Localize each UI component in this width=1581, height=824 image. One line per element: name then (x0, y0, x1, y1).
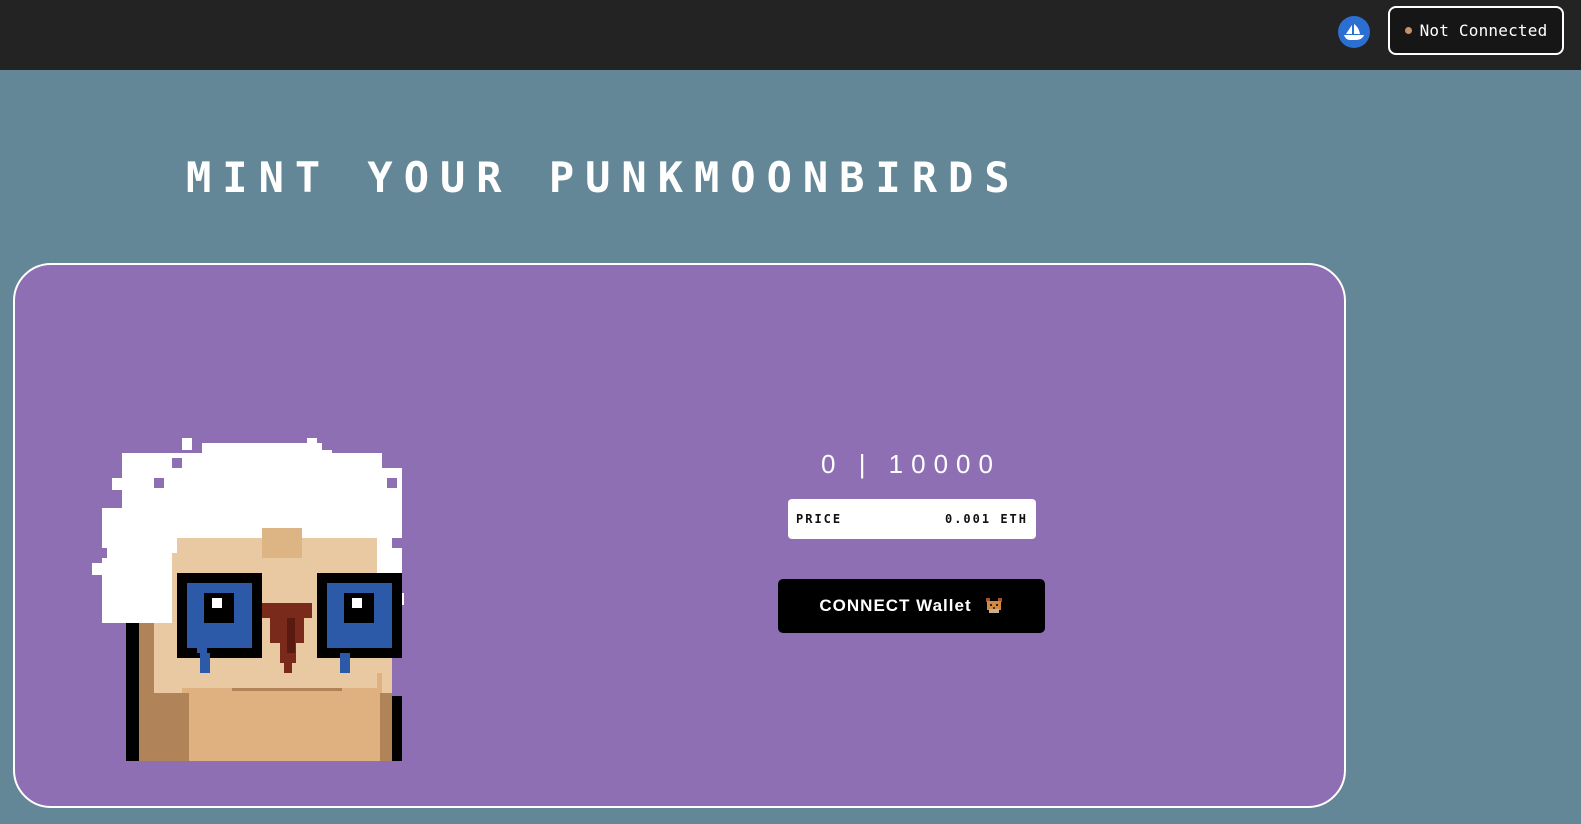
mint-card: 0 | 10000 PRICE 0.001 ETH CONNECT Wallet (13, 263, 1346, 808)
page-title: MINT YOUR PUNKMOONBIRDS (186, 153, 1021, 202)
price-value: 0.001 ETH (944, 512, 1028, 526)
connect-wallet-button[interactable]: CONNECT Wallet (778, 579, 1045, 633)
price-label: PRICE (796, 512, 843, 526)
price-box: PRICE 0.001 ETH (788, 499, 1036, 539)
wallet-status-label: Not Connected (1419, 21, 1548, 40)
status-dot-icon (1404, 27, 1412, 34)
opensea-ship-icon (1344, 24, 1364, 40)
connect-wallet-label: CONNECT Wallet (819, 596, 972, 615)
top-navbar: Not Connected (0, 0, 1581, 70)
opensea-link[interactable] (1338, 16, 1370, 48)
punk-moonbird-nft-image (92, 438, 412, 761)
wallet-status-button[interactable]: Not Connected (1388, 6, 1564, 55)
metamask-fox-icon (985, 598, 1002, 613)
mint-supply-counter: 0 | 10000 (821, 449, 1001, 479)
